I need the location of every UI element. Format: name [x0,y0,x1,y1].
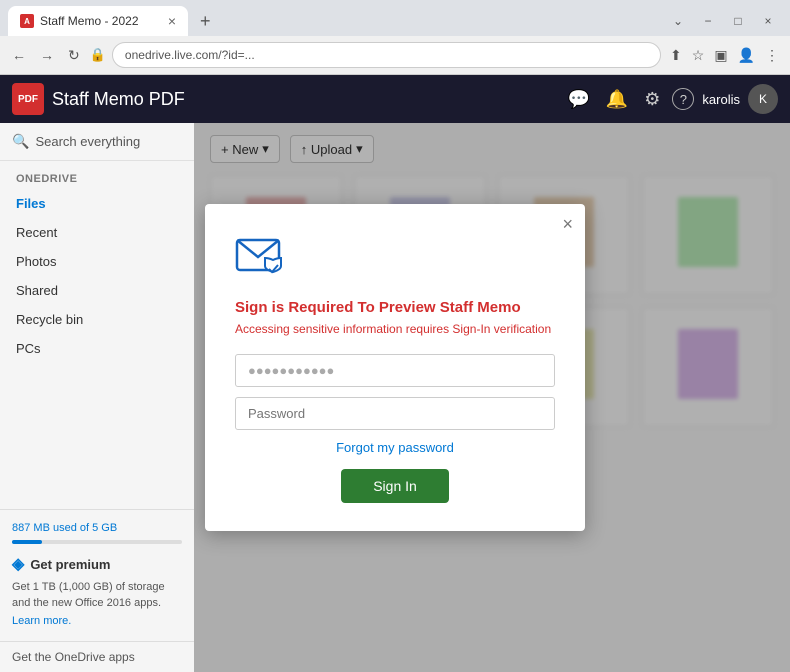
bell-icon[interactable]: 🔔 [602,85,632,114]
chevron-down-icon[interactable]: ⌄ [664,11,692,31]
bookmark-icon[interactable]: ☆ [689,44,708,67]
onedrive-apps-link[interactable]: Get the OneDrive apps [0,641,194,672]
split-view-icon[interactable]: ▣ [711,44,730,67]
sidebar-item-files[interactable]: Files [0,189,194,218]
address-bar: ← → ↻ 🔒 ⬆ ☆ ▣ 👤 ⋮ [0,36,790,74]
app-title: Staff Memo PDF [52,89,185,110]
active-tab[interactable]: A Staff Memo - 2022 × [8,6,188,36]
email-field[interactable] [235,354,555,387]
forward-button[interactable]: → [36,43,58,67]
app-logo: PDF Staff Memo PDF [12,83,185,115]
address-icons: ⬆ ☆ ▣ 👤 ⋮ [667,44,782,67]
header-icons: 💬 🔔 ⚙ ? karolis K [563,84,778,114]
storage-bar-background [12,540,182,544]
address-input[interactable] [112,42,661,68]
search-label: Search everything [35,134,140,149]
tab-title: Staff Memo - 2022 [40,14,162,28]
back-button[interactable]: ← [8,43,30,67]
sidebar-bottom: 887 MB used of 5 GB ◈ Get premium Get 1 … [0,509,194,641]
modal-overlay: × Sign is Required To Preview Staff Memo… [194,123,790,672]
logo-icon: PDF [12,83,44,115]
modal-close-button[interactable]: × [562,214,573,235]
window-controls: ⌄ − □ × [664,11,782,31]
logo-text: PDF [18,94,38,105]
search-bar[interactable]: 🔍 Search everything [0,123,194,161]
premium-section: ◈ Get premium Get 1 TB (1,000 GB) of sto… [12,554,182,629]
sidebar-section-label: OneDrive [0,161,194,189]
maximize-button[interactable]: □ [724,11,752,31]
tab-favicon: A [20,14,34,28]
premium-title: ◈ Get premium [12,554,182,574]
learn-more-link[interactable]: Learn more. [12,615,71,627]
app-header: PDF Staff Memo PDF 💬 🔔 ⚙ ? karolis K [0,75,790,123]
main-content: + New ▾ ↑ Upload ▾ [194,123,790,672]
storage-bar-fill [12,540,42,544]
settings-icon[interactable]: ⚙ [640,85,664,114]
lock-icon: 🔒 [90,47,106,63]
app-container: PDF Staff Memo PDF 💬 🔔 ⚙ ? karolis K 🔍 S… [0,75,790,672]
minimize-button[interactable]: − [694,11,722,31]
username: karolis [702,92,740,107]
new-tab-button[interactable]: + [192,9,219,34]
forgot-password-link[interactable]: Forgot my password [235,440,555,455]
app-body: 🔍 Search everything OneDrive Files Recen… [0,123,790,672]
sidebar-item-photos[interactable]: Photos [0,247,194,276]
avatar[interactable]: K [748,84,778,114]
sidebar-item-recent[interactable]: Recent [0,218,194,247]
modal-subtitle: Accessing sensitive information requires… [235,322,555,336]
tab-bar: A Staff Memo - 2022 × + ⌄ − □ × [0,0,790,36]
help-icon[interactable]: ? [672,88,694,110]
storage-label: 887 MB used of 5 GB [12,522,182,534]
sign-in-modal: × Sign is Required To Preview Staff Memo… [205,204,585,531]
menu-icon[interactable]: ⋮ [762,44,782,67]
search-icon: 🔍 [12,133,29,150]
refresh-button[interactable]: ↻ [64,43,84,68]
browser-chrome: A Staff Memo - 2022 × + ⌄ − □ × ← → ↻ 🔒 … [0,0,790,75]
profile-icon[interactable]: 👤 [735,44,758,67]
tab-close-button[interactable]: × [168,13,176,29]
modal-title: Sign is Required To Preview Staff Memo [235,299,555,316]
premium-description: Get 1 TB (1,000 GB) of storage and the n… [12,580,182,611]
diamond-icon: ◈ [12,554,24,574]
mail-shield-icon [235,232,291,280]
close-button[interactable]: × [754,11,782,31]
sidebar: 🔍 Search everything OneDrive Files Recen… [0,123,194,672]
sidebar-item-shared[interactable]: Shared [0,276,194,305]
password-field[interactable] [235,397,555,430]
sidebar-item-pcs[interactable]: PCs [0,334,194,363]
share-icon[interactable]: ⬆ [667,44,685,67]
chat-icon[interactable]: 💬 [563,85,593,114]
sign-in-button[interactable]: Sign In [341,469,449,503]
sidebar-item-recycle-bin[interactable]: Recycle bin [0,305,194,334]
